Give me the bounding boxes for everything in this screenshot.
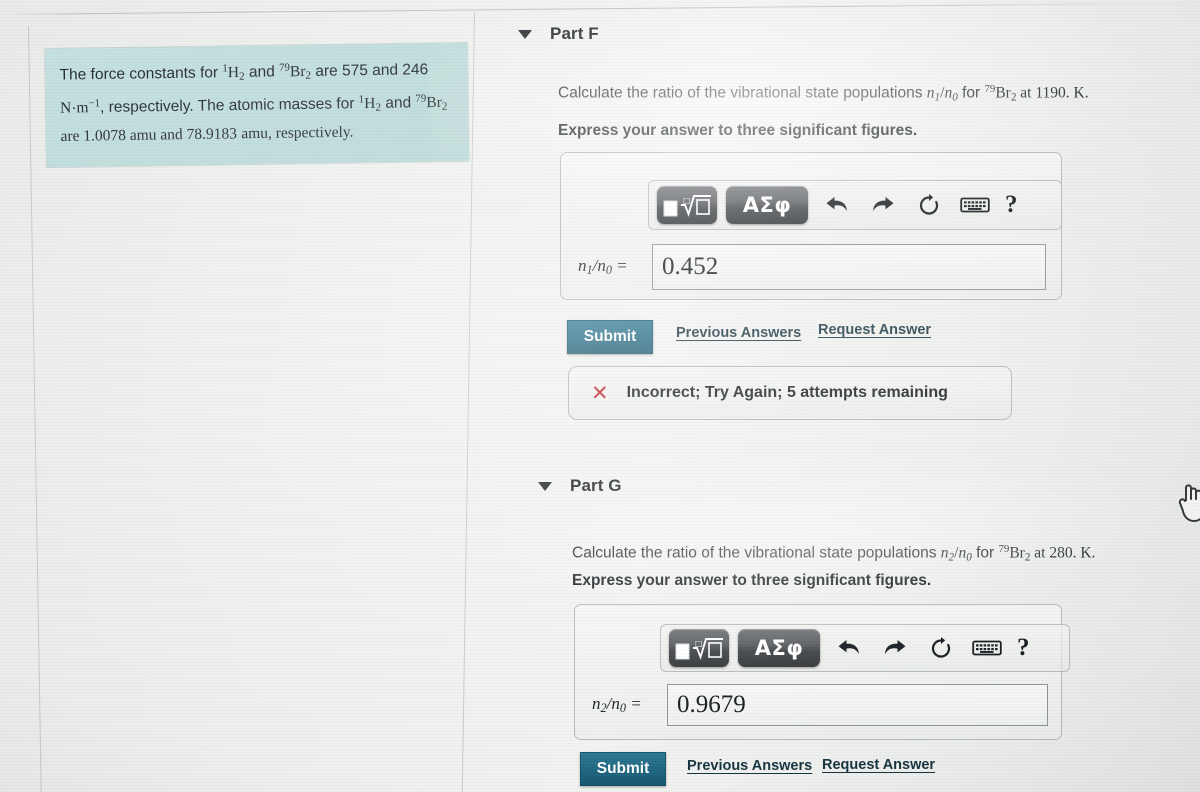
part-g-request-answer-link[interactable]: Request Answer [822,757,935,773]
part-g-prompt: Calculate the ratio of the vibrational s… [572,538,1192,568]
part-g-title: Part G [570,476,622,495]
keyboard-icon-g [972,640,1002,656]
keyboard-button[interactable] [955,188,995,222]
answer-g-n-denominator: n [611,694,620,713]
collapse-caret-icon[interactable] [518,29,532,39]
part-f-answer-input[interactable]: 0.452 [652,244,1046,290]
prompt-text-mid: for [957,84,985,102]
prompt-g-text-mid: for [971,544,999,562]
prompt-g-molecule: Br [1009,544,1025,562]
reset-circle-icon [919,194,939,215]
prompt-text-post: at 1190. K. [1016,84,1089,102]
answer-n-numerator: n [578,256,587,275]
greek-symbols-button[interactable]: ΑΣφ [726,186,808,224]
part-f-header[interactable]: Part F [518,24,599,44]
undo-arrow-icon [826,197,847,211]
answer-equals-sign: = [611,256,628,275]
answer-n-denominator: n [597,256,606,275]
part-f-instruction: Express your answer to three significant… [558,122,918,139]
part-f-math-toolbar: □ ΑΣφ ? [648,180,1062,230]
prompt-g-isotope: 79 [998,543,1010,555]
part-f-feedback-text: Incorrect; Try Again; 5 attempts remaini… [626,384,948,401]
part-g-instruction: Express your answer to three significant… [572,572,932,589]
prompt-molecule: Br [995,84,1011,102]
part-g-answer-input[interactable]: 0.9679 [667,684,1048,726]
redo-arrow-icon-g [885,640,906,654]
part-f-previous-answers-link[interactable]: Previous Answers [676,325,801,341]
answer-g-n-numerator: n [592,694,601,713]
part-g-previous-answers-link[interactable]: Previous Answers [687,758,812,774]
math-template-radical-icon-g: □ [675,638,723,660]
greek-symbols-button-g[interactable]: ΑΣφ [738,629,820,667]
math-template-radical-icon: □ [663,195,711,217]
redo-button-g[interactable] [875,631,915,665]
pointing-hand-cursor-icon [1178,484,1200,522]
prompt-n-numerator: n [926,84,935,102]
undo-button[interactable] [817,188,857,222]
prompt-g-n-numerator: n [940,544,949,562]
incorrect-x-icon: ✕ [591,381,609,405]
part-g-math-toolbar: □ ΑΣφ ? [660,624,1070,672]
reset-button[interactable] [909,188,949,222]
help-button[interactable]: ? [1005,191,1018,219]
part-f-feedback-box: ✕ Incorrect; Try Again; 5 attempts remai… [568,366,1012,420]
redo-arrow-icon [873,197,894,211]
svg-text:□: □ [683,196,691,205]
part-g-header[interactable]: Part G [538,476,622,496]
part-f-request-answer-link[interactable]: Request Answer [818,322,931,338]
prompt-text-pre: Calculate the ratio of the vibrational s… [558,84,927,102]
part-g-submit-button[interactable]: Submit [580,752,666,786]
prompt-g-text-post: at 280. K. [1030,544,1096,562]
part-g-answer-label: n2/n0 = [592,694,642,716]
reset-circle-icon-g [931,637,951,658]
svg-text:□: □ [695,639,703,648]
undo-arrow-icon-g [838,640,859,654]
collapse-caret-icon-g[interactable] [538,481,552,491]
answer-g-equals-sign: = [625,694,642,713]
keyboard-icon [960,197,990,213]
reset-button-g[interactable] [921,631,961,665]
part-f-title: Part F [550,24,599,43]
undo-button-g[interactable] [829,631,869,665]
math-template-radical-button[interactable]: □ [657,186,717,224]
keyboard-button-g[interactable] [967,631,1007,665]
help-button-g[interactable]: ? [1017,634,1030,662]
prompt-isotope: 79 [984,83,996,95]
part-f-answer-label: n1/n0 = [578,256,628,278]
redo-button[interactable] [863,188,903,222]
part-f-submit-button[interactable]: Submit [567,320,653,354]
prompt-g-text-pre: Calculate the ratio of the vibrational s… [572,544,941,562]
part-f-prompt: Calculate the ratio of the vibrational s… [558,78,1188,108]
pointing-hand-cursor [1178,478,1200,524]
math-template-radical-button-g[interactable]: □ [669,629,729,667]
